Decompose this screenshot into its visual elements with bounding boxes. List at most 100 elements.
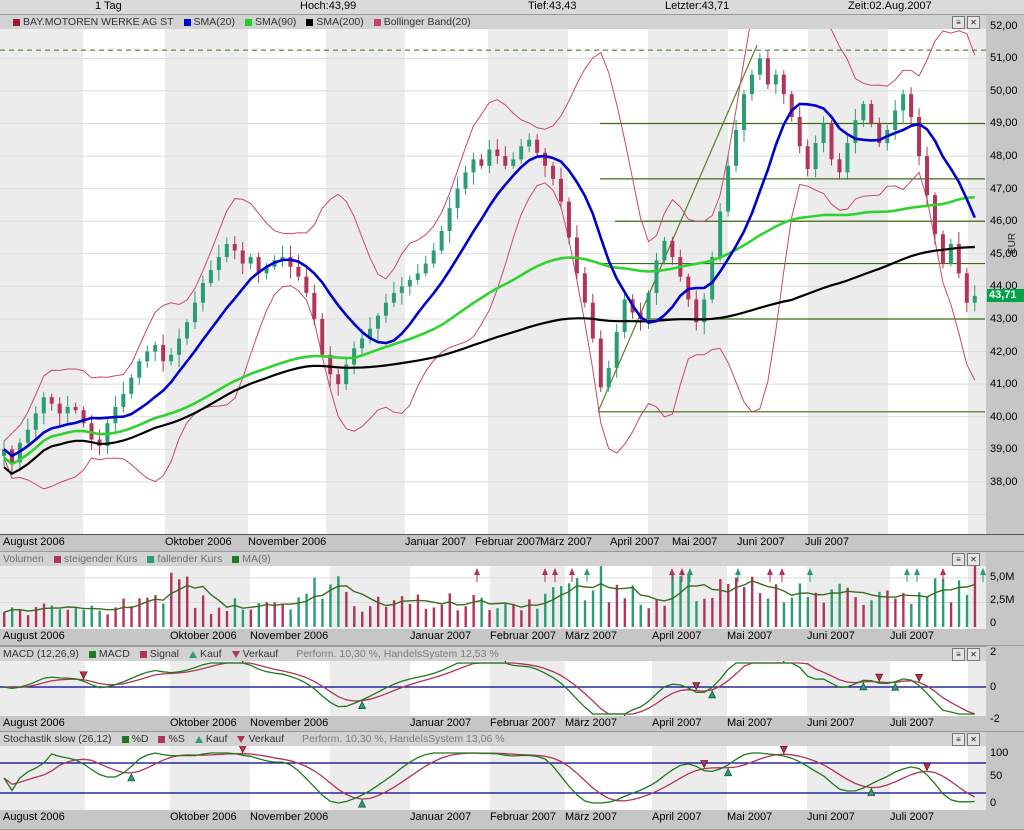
price-time-axis: August 2006Oktober 2006November 2006Janu… (0, 534, 1024, 552)
month-label: Mai 2007 (727, 717, 772, 729)
month-label: März 2007 (565, 630, 617, 642)
info-zeit: Zeit:02.Aug.2007 (848, 0, 932, 12)
price-tick-label: 46,00 (990, 215, 1018, 227)
month-label: Februar 2007 (475, 536, 541, 548)
buy-triangle-icon (189, 651, 197, 658)
legend-color-swatch-icon (147, 556, 154, 563)
legend-item-label: Signal (150, 648, 179, 660)
stoch-tick-label: 50 (990, 770, 1002, 782)
legend-color-swatch-icon (54, 556, 61, 563)
price-chart-plot[interactable] (0, 29, 986, 535)
volume-plot[interactable] (0, 566, 986, 630)
info-bar: 1 Tag Hoch:43,99 Tief:43,43 Letzter:43,7… (0, 0, 1024, 15)
month-label: Februar 2007 (490, 630, 556, 642)
panel-window-buttons: ≡✕ (950, 648, 980, 661)
legend-items: Volumensteigender Kursfallender KursMA(9… (3, 553, 271, 565)
panel-close-icon[interactable]: ✕ (967, 16, 980, 29)
legend-item-label: SMA(90) (255, 16, 296, 28)
info-tief: Tief:43,43 (528, 0, 577, 12)
macd-plot[interactable] (0, 661, 986, 717)
price-tick-label: 50,00 (990, 85, 1018, 97)
volume-legend-bar: Volumensteigender Kursfallender KursMA(9… (0, 551, 986, 567)
month-label: Juni 2007 (807, 717, 855, 729)
month-label: Juni 2007 (807, 630, 855, 642)
price-tick-label: 52,00 (990, 20, 1018, 32)
month-label: August 2006 (3, 630, 65, 642)
macd-canvas (0, 661, 986, 716)
stoch-tick-label: 100 (990, 747, 1008, 759)
macd-tick-label: -2 (990, 713, 1000, 725)
legend-color-swatch-icon (13, 19, 20, 26)
price-tick-label: 38,00 (990, 476, 1018, 488)
legend-item-label: Bollinger Band(20) (384, 16, 471, 28)
legend-items: MACD (12,26,9)MACDSignalKaufVerkaufPerfo… (3, 648, 499, 660)
price-tick-label: 47,00 (990, 183, 1018, 195)
legend-item-label: Verkauf (248, 733, 284, 745)
panel-menu-icon[interactable]: ≡ (952, 733, 965, 746)
month-label: August 2006 (3, 536, 65, 548)
panel-close-icon[interactable]: ✕ (967, 648, 980, 661)
month-label: Juli 2007 (805, 536, 849, 548)
price-tick-label: 49,00 (990, 117, 1018, 129)
legend-item-label: fallender Kurs (157, 553, 222, 565)
price-tick-label: 48,00 (990, 150, 1018, 162)
info-period: 1 Tag (95, 0, 122, 12)
month-label: April 2007 (652, 717, 702, 729)
volume-canvas (0, 566, 986, 629)
legend-color-swatch-icon (140, 651, 147, 658)
month-label: März 2007 (540, 536, 592, 548)
month-label: August 2006 (3, 811, 65, 823)
legend-item-label: MACD (99, 648, 130, 660)
panel-menu-icon[interactable]: ≡ (952, 648, 965, 661)
panel-close-icon[interactable]: ✕ (967, 733, 980, 746)
volume-tick-label: 2,5M (990, 594, 1014, 606)
panel-menu-icon[interactable]: ≡ (952, 16, 965, 29)
legend-items: Stochastik slow (26,12)%D%SKaufVerkaufPe… (3, 733, 505, 745)
price-tick-label: 43,00 (990, 313, 1018, 325)
month-label: März 2007 (565, 811, 617, 823)
volume-tick-label: 0 (990, 617, 996, 629)
panel-window-buttons: ≡✕ (950, 733, 980, 746)
panel-close-icon[interactable]: ✕ (967, 553, 980, 566)
legend-item-label: Kauf (206, 733, 228, 745)
month-label: Juli 2007 (890, 717, 934, 729)
price-tick-label: 42,00 (990, 346, 1018, 358)
legend-color-swatch-icon (158, 736, 165, 743)
macd-time-axis: August 2006Oktober 2006November 2006Janu… (0, 716, 1024, 732)
month-label: November 2006 (250, 630, 328, 642)
performance-label: Perform. 10,30 %, HandelsSystem 13,06 % (302, 733, 505, 745)
legend-color-swatch-icon (122, 736, 129, 743)
legend-item-label: MA(9) (242, 553, 271, 565)
month-label: Mai 2007 (727, 630, 772, 642)
last-price-badge: 43,71 (987, 289, 1024, 302)
price-tick-label: 40,00 (990, 411, 1018, 423)
legend-item-label: steigender Kurs (64, 553, 138, 565)
legend-item-label: %D (132, 733, 149, 745)
price-chart-canvas (0, 29, 986, 534)
legend-items: BAY.MOTOREN WERKE AG STSMA(20)SMA(90)SMA… (3, 16, 471, 28)
month-label: Oktober 2006 (170, 630, 237, 642)
legend-item-label: BAY.MOTOREN WERKE AG ST (23, 16, 174, 28)
month-label: April 2007 (610, 536, 660, 548)
stoch-legend-bar: Stochastik slow (26,12)%D%SKaufVerkaufPe… (0, 731, 986, 747)
legend-item-label: %S (168, 733, 184, 745)
price-tick-label: 41,00 (990, 378, 1018, 390)
month-label: Juni 2007 (807, 811, 855, 823)
info-letzter: Letzter:43,71 (665, 0, 729, 12)
stoch-plot[interactable] (0, 746, 986, 811)
panel-menu-icon[interactable]: ≡ (952, 553, 965, 566)
month-label: Oktober 2006 (165, 536, 232, 548)
performance-label: Perform. 10,30 %, HandelsSystem 12,53 % (296, 648, 499, 660)
currency-unit-label: EUR (1007, 233, 1018, 254)
legend-color-swatch-icon (306, 19, 313, 26)
month-label: Januar 2007 (410, 811, 471, 823)
month-label: Mai 2007 (672, 536, 717, 548)
price-tick-label: 39,00 (990, 443, 1018, 455)
month-label: Juli 2007 (890, 811, 934, 823)
month-label: Februar 2007 (490, 811, 556, 823)
macd-legend-bar: MACD (12,26,9)MACDSignalKaufVerkaufPerfo… (0, 646, 986, 662)
macd-tick-label: 0 (990, 681, 996, 693)
buy-triangle-icon (195, 736, 203, 743)
month-label: Juni 2007 (737, 536, 785, 548)
month-label: November 2006 (248, 536, 326, 548)
